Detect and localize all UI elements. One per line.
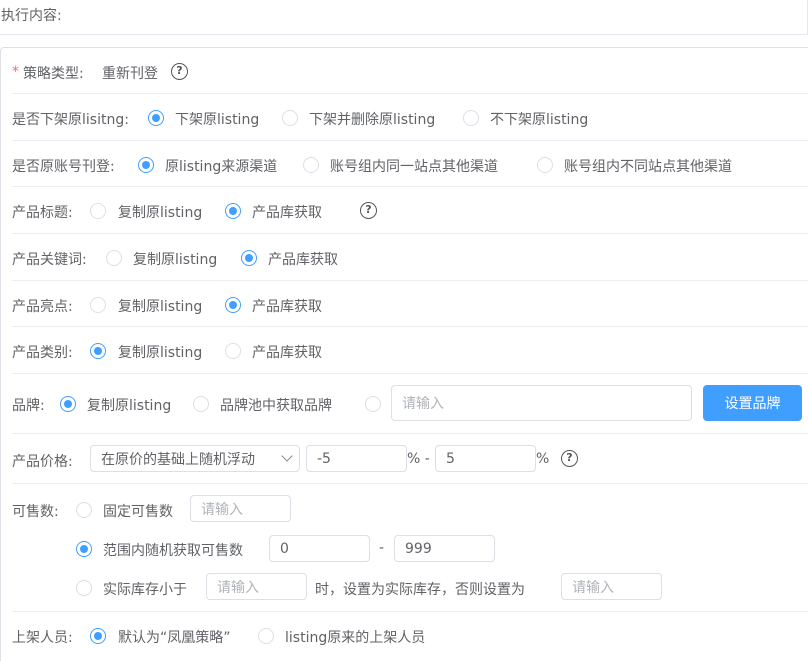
- highlights-radio-copy[interactable]: [90, 297, 106, 313]
- brand-radio-copy[interactable]: [60, 396, 76, 412]
- title-option-library[interactable]: 产品库获取: [252, 202, 322, 222]
- brand-option-copy[interactable]: 复制原listing: [87, 395, 171, 415]
- account-label: 是否原账号刊登:: [12, 159, 115, 175]
- price-mode-value: 在原价的基础上随机浮动: [101, 451, 255, 468]
- keywords-row: 产品关键词: 复制原listing 产品库获取: [12, 234, 808, 281]
- lister-radio-default[interactable]: [90, 628, 106, 644]
- highlights-option-copy[interactable]: 复制原listing: [118, 296, 202, 316]
- price-max-input[interactable]: 5: [435, 445, 536, 472]
- stock-actual-input[interactable]: 请输入: [206, 573, 307, 600]
- account-option-source[interactable]: 原listing来源渠道: [165, 156, 277, 176]
- price-percent: %: [536, 451, 550, 467]
- lister-radio-original[interactable]: [258, 628, 274, 644]
- account-option-diff-site[interactable]: 账号组内不同站点其他渠道: [564, 156, 732, 176]
- chevron-down-icon: [281, 450, 293, 462]
- exec-header: 执行内容:: [0, 0, 808, 35]
- category-row: 产品类别: 复制原listing 产品库获取: [12, 327, 808, 374]
- price-mode-select[interactable]: 在原价的基础上随机浮动: [90, 445, 300, 472]
- lister-option-original[interactable]: listing原来的上架人员: [285, 627, 425, 647]
- exec-label: 执行内容:: [1, 8, 62, 24]
- question-circle-icon[interactable]: ?: [360, 202, 377, 219]
- delist-row: 是否下架原lisitng: 下架原listing 下架并删除原listing 不…: [12, 94, 808, 141]
- price-percent-dash: % -: [407, 451, 430, 467]
- keywords-radio-copy[interactable]: [106, 250, 122, 266]
- account-radio-source[interactable]: [138, 157, 154, 173]
- keywords-option-library[interactable]: 产品库获取: [268, 249, 338, 269]
- strategy-row: * 策略类型: 重新刊登 ?: [12, 47, 808, 94]
- category-option-library[interactable]: 产品库获取: [252, 342, 322, 362]
- stock-range-min-input[interactable]: 0: [269, 535, 370, 562]
- stock-actual-mid: 时，设置为实际库存，否则设置为: [315, 582, 525, 598]
- stock-row: 可售数: 固定可售数 请输入 范围内随机获取可售数 0 - 999 实际库存小于…: [12, 484, 808, 612]
- highlights-label: 产品亮点:: [12, 299, 73, 315]
- stock-radio-actual[interactable]: [76, 580, 92, 596]
- set-brand-button[interactable]: 设置品牌: [703, 385, 802, 421]
- delist-radio-takedown-delete[interactable]: [282, 110, 298, 126]
- delist-option-keep[interactable]: 不下架原listing: [490, 109, 588, 129]
- category-label: 产品类别:: [12, 345, 73, 361]
- stock-else-input[interactable]: 请输入: [561, 573, 662, 600]
- highlights-row: 产品亮点: 复制原listing 产品库获取: [12, 281, 808, 327]
- stock-fixed-input[interactable]: 请输入: [190, 495, 291, 522]
- lister-row: 上架人员: 默认为“凤凰策略” listing原来的上架人员: [12, 612, 808, 658]
- category-radio-library[interactable]: [225, 343, 241, 359]
- price-label: 产品价格:: [12, 454, 73, 470]
- stock-range-max-input[interactable]: 999: [394, 535, 495, 562]
- delist-option-takedown[interactable]: 下架原listing: [175, 109, 259, 129]
- required-mark: *: [12, 64, 19, 80]
- account-radio-same-site[interactable]: [303, 157, 319, 173]
- category-radio-copy[interactable]: [90, 343, 106, 359]
- account-option-same-site[interactable]: 账号组内同一站点其他渠道: [330, 156, 498, 176]
- keywords-radio-library[interactable]: [241, 250, 257, 266]
- question-circle-icon[interactable]: ?: [171, 63, 188, 80]
- brand-radio-custom[interactable]: [365, 396, 381, 412]
- stock-option-actual[interactable]: 实际库存小于: [103, 579, 187, 599]
- strategy-label: 策略类型:: [23, 66, 84, 82]
- question-circle-icon[interactable]: ?: [561, 450, 578, 467]
- title-radio-library[interactable]: [225, 203, 241, 219]
- category-option-copy[interactable]: 复制原listing: [118, 342, 202, 362]
- highlights-option-library[interactable]: 产品库获取: [252, 296, 322, 316]
- keywords-option-copy[interactable]: 复制原listing: [133, 249, 217, 269]
- stock-option-fixed[interactable]: 固定可售数: [103, 501, 173, 521]
- lister-option-default[interactable]: 默认为“凤凰策略”: [118, 627, 231, 647]
- delist-radio-takedown[interactable]: [148, 110, 164, 126]
- price-min-input[interactable]: -5: [306, 445, 407, 472]
- title-row: 产品标题: 复制原listing 产品库获取 ?: [12, 187, 808, 234]
- title-label: 产品标题:: [12, 205, 73, 221]
- price-row: 产品价格: 在原价的基础上随机浮动 -5 % - 5 % ?: [12, 434, 808, 484]
- delist-label: 是否下架原lisitng:: [12, 112, 129, 128]
- lister-label: 上架人员:: [12, 630, 73, 646]
- delist-radio-keep[interactable]: [463, 110, 479, 126]
- title-option-copy[interactable]: 复制原listing: [118, 202, 202, 222]
- highlights-radio-library[interactable]: [225, 297, 241, 313]
- stock-range-dash: -: [379, 540, 385, 556]
- stock-option-range[interactable]: 范围内随机获取可售数: [103, 540, 243, 560]
- brand-label: 品牌:: [12, 398, 45, 414]
- brand-radio-pool[interactable]: [193, 396, 209, 412]
- title-radio-copy[interactable]: [90, 203, 106, 219]
- keywords-label: 产品关键词:: [12, 252, 87, 268]
- stock-label: 可售数:: [12, 504, 59, 520]
- account-radio-diff-site[interactable]: [537, 157, 553, 173]
- stock-radio-range[interactable]: [76, 541, 92, 557]
- brand-row: 品牌: 复制原listing 品牌池中获取品牌 请输入 设置品牌: [12, 374, 808, 434]
- stock-radio-fixed[interactable]: [76, 502, 92, 518]
- brand-input[interactable]: 请输入: [391, 385, 692, 421]
- account-row: 是否原账号刊登: 原listing来源渠道 账号组内同一站点其他渠道 账号组内不…: [12, 141, 808, 187]
- brand-option-pool[interactable]: 品牌池中获取品牌: [220, 395, 332, 415]
- strategy-value: 重新刊登: [102, 66, 158, 82]
- delist-option-takedown-delete[interactable]: 下架并删除原listing: [309, 109, 435, 129]
